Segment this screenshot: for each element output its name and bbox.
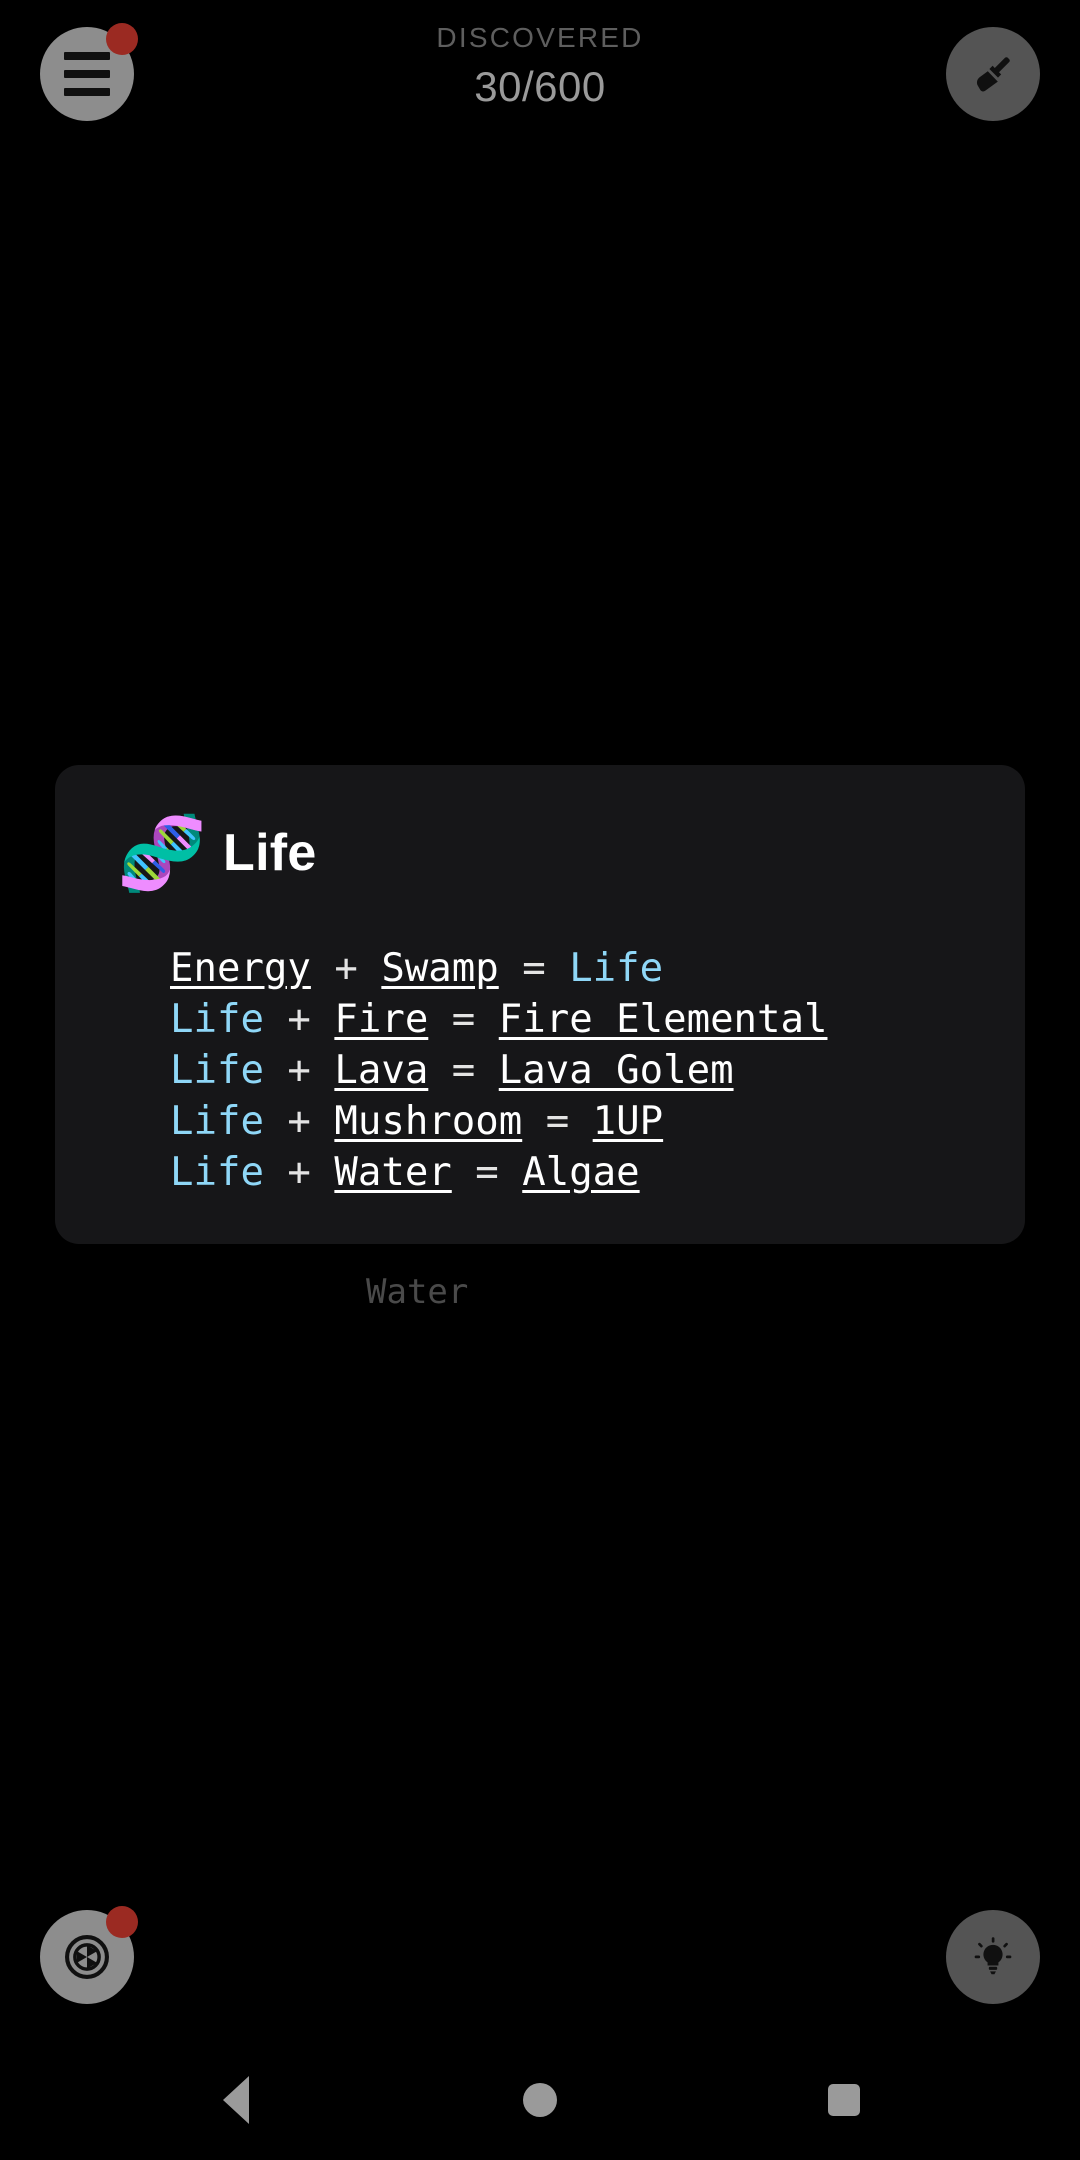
discovered-count: 30/600	[474, 63, 606, 110]
recipe-equals: =	[522, 1099, 593, 1144]
app-screen: DISCOVERED 30/600 Water 🧬 Life Energy + …	[0, 0, 1080, 2160]
home-circle-icon	[523, 2083, 557, 2117]
recipe-row: Life + Mushroom = 1UP	[170, 1096, 1025, 1147]
aperture-icon	[65, 1935, 109, 1979]
recipe-equals: =	[498, 946, 570, 991]
recipe-ingredient-a[interactable]: Life	[170, 1048, 264, 1093]
recipe-result[interactable]: Lava Golem	[499, 1048, 734, 1093]
recipe-equals: =	[451, 1150, 523, 1195]
recipe-ingredient-b[interactable]: Mushroom	[334, 1099, 522, 1144]
android-navigation-bar	[0, 2040, 1080, 2160]
discovered-label: DISCOVERED	[436, 22, 644, 53]
recipe-ingredient-b[interactable]: Water	[334, 1150, 451, 1195]
recipe-list: Energy + Swamp = Life Life + Fire = Fire…	[55, 943, 1025, 1198]
recipe-row: Life + Fire = Fire Elemental	[170, 994, 1025, 1045]
recipe-ingredient-a[interactable]: Life	[170, 1150, 264, 1195]
lightbulb-icon	[974, 1937, 1012, 1975]
card-header: 🧬 Life	[55, 807, 1025, 899]
recipe-result[interactable]: Life	[569, 946, 663, 991]
hint-button[interactable]	[946, 1910, 1040, 2004]
recipe-plus: +	[310, 946, 382, 991]
discovered-counter: DISCOVERED 30/600	[0, 22, 1080, 111]
recipe-result[interactable]: Algae	[522, 1150, 639, 1195]
nav-home-button[interactable]	[480, 2040, 600, 2160]
recipe-row: Life + Lava = Lava Golem	[170, 1045, 1025, 1096]
stats-notification-badge	[106, 1906, 138, 1938]
nav-back-button[interactable]	[176, 2040, 296, 2160]
clear-board-button[interactable]	[946, 27, 1040, 121]
bottom-action-bar	[0, 1890, 1080, 2040]
recipe-ingredient-a[interactable]: Energy	[170, 946, 311, 991]
recipe-row: Life + Water = Algae	[170, 1147, 1025, 1198]
recipe-plus: +	[263, 1099, 335, 1144]
recents-square-icon	[828, 2084, 860, 2116]
recipe-ingredient-b[interactable]: Fire	[334, 997, 428, 1042]
recipe-ingredient-a[interactable]: Life	[170, 997, 264, 1042]
broom-icon	[976, 57, 1010, 92]
back-triangle-icon	[223, 2076, 249, 2124]
recipe-result[interactable]: Fire Elemental	[499, 997, 828, 1042]
recipe-ingredient-b[interactable]: Lava	[334, 1048, 428, 1093]
recipe-plus: +	[263, 1150, 335, 1195]
nav-recents-button[interactable]	[784, 2040, 904, 2160]
recipe-row: Energy + Swamp = Life	[170, 943, 1025, 994]
recipe-plus: +	[263, 1048, 335, 1093]
dna-emoji: 🧬	[117, 811, 207, 895]
recipe-ingredient-a[interactable]: Life	[170, 1099, 264, 1144]
recipe-result[interactable]: 1UP	[593, 1099, 663, 1144]
recipe-equals: =	[428, 997, 499, 1042]
top-bar: DISCOVERED 30/600	[0, 0, 1080, 160]
recipe-plus: +	[263, 997, 335, 1042]
element-title: Life	[223, 824, 317, 882]
board-chip-water[interactable]: Water	[366, 1272, 468, 1312]
stats-button[interactable]	[40, 1906, 138, 2004]
recipe-equals: =	[428, 1048, 499, 1093]
recipe-ingredient-b[interactable]: Swamp	[381, 946, 498, 991]
element-detail-card[interactable]: 🧬 Life Energy + Swamp = Life Life + Fire…	[55, 765, 1025, 1244]
